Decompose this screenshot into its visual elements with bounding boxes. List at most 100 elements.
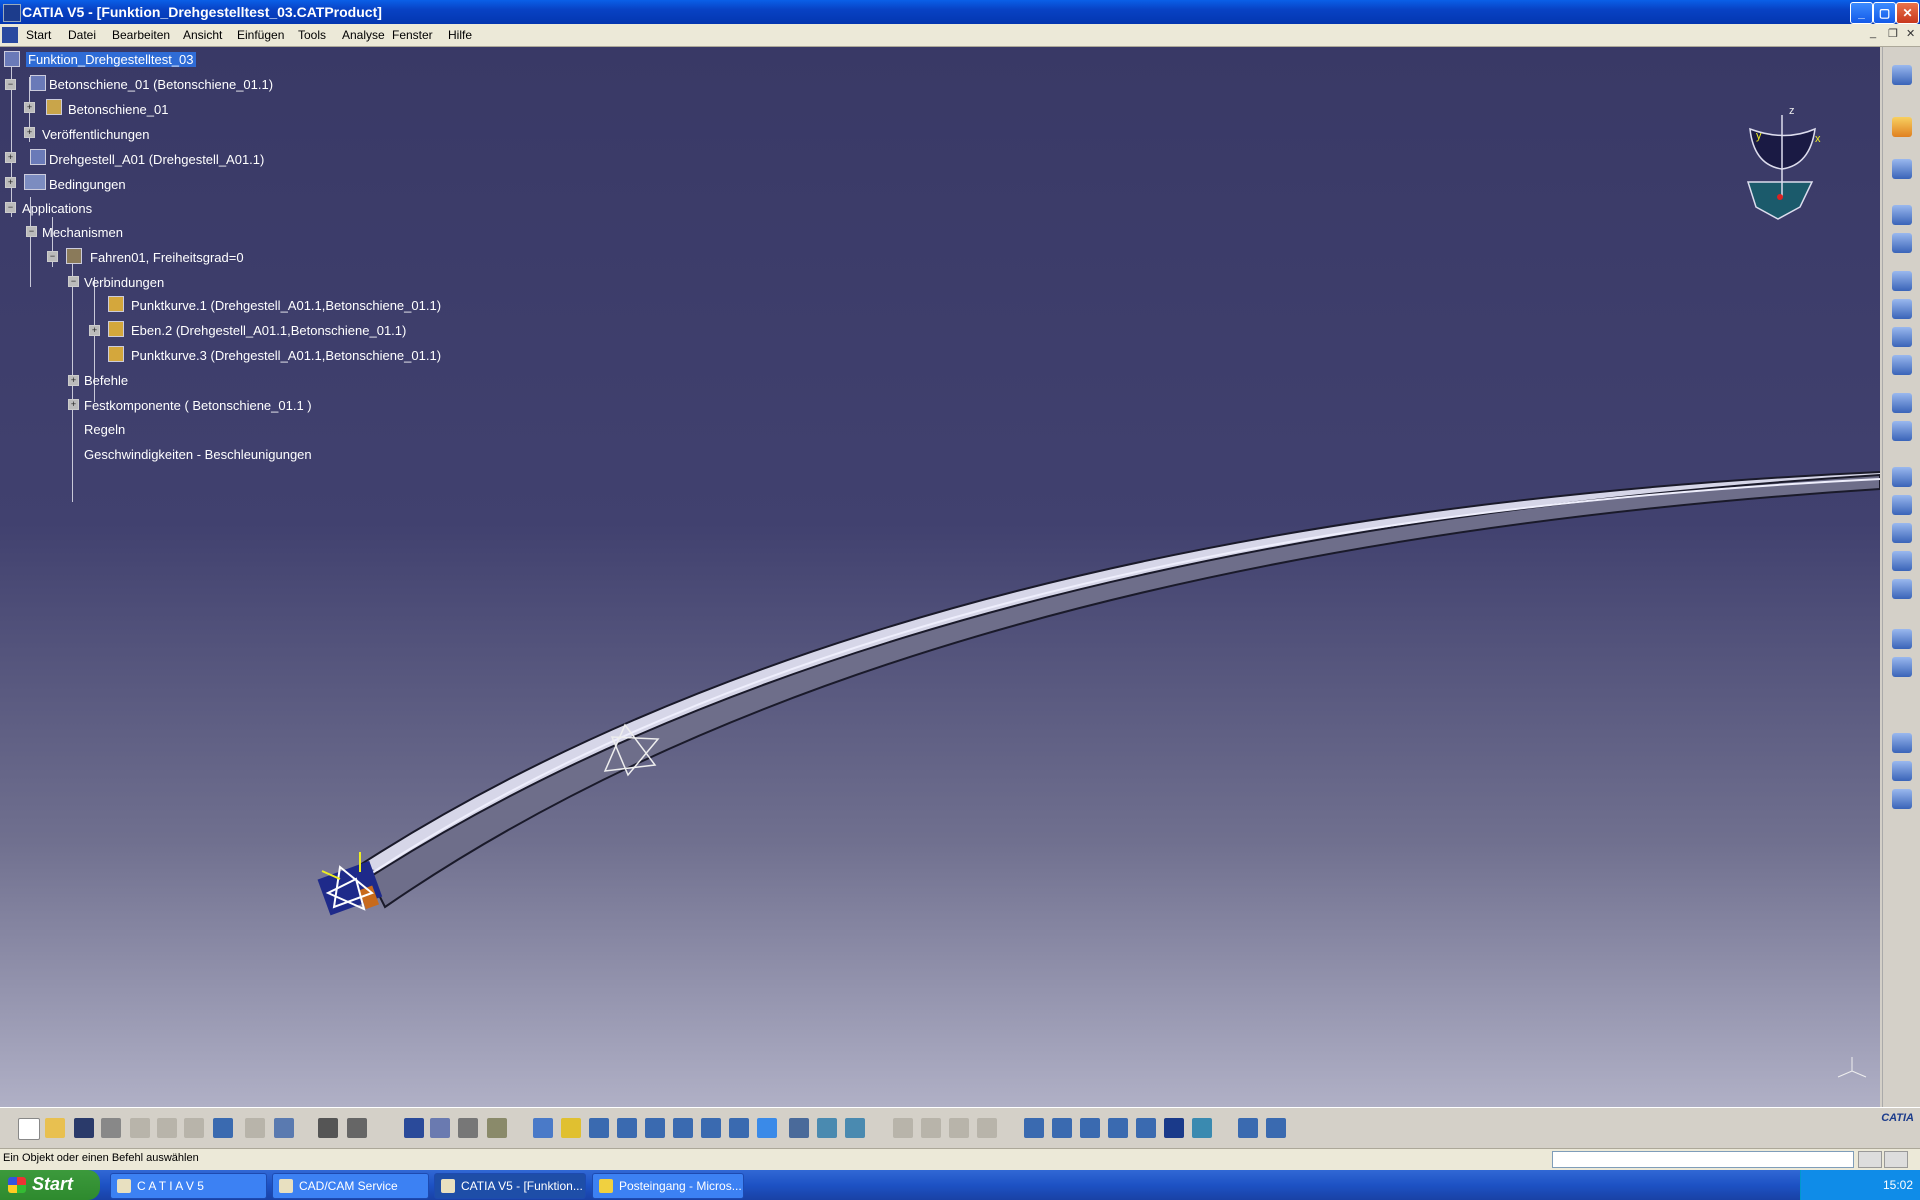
mechanism-icon[interactable] xyxy=(66,248,82,264)
expand-icon[interactable]: + xyxy=(24,127,35,138)
expand-icon[interactable]: + xyxy=(24,102,35,113)
iso-view-icon[interactable] xyxy=(757,1118,777,1138)
expand-icon[interactable]: + xyxy=(68,375,79,386)
tool-icon[interactable] xyxy=(1892,467,1912,487)
tree-node-punktkurve-3[interactable]: Punktkurve.3 (Drehgestell_A01.1,Betonsch… xyxy=(131,348,441,363)
mdi-restore-button[interactable]: ❐ xyxy=(1888,27,1898,40)
graph-icon[interactable] xyxy=(430,1118,450,1138)
workbench-icon[interactable] xyxy=(1892,65,1912,85)
product-icon[interactable] xyxy=(30,75,46,91)
command-input[interactable] xyxy=(1552,1151,1854,1168)
menu-start[interactable]: Start xyxy=(26,28,51,42)
menu-datei[interactable]: Datei xyxy=(68,28,96,42)
multi-view-icon[interactable] xyxy=(729,1118,749,1138)
zoom-in-icon[interactable] xyxy=(645,1118,665,1138)
cut-icon[interactable] xyxy=(130,1118,150,1138)
menu-einfuegen[interactable]: Einfügen xyxy=(237,28,284,42)
table-icon[interactable] xyxy=(404,1118,424,1138)
zoom-out-icon[interactable] xyxy=(673,1118,693,1138)
tool-icon[interactable] xyxy=(1892,159,1912,179)
tree-node-festkomponente[interactable]: Festkomponente ( Betonschiene_01.1 ) xyxy=(84,398,312,413)
tool-icon[interactable] xyxy=(1266,1118,1286,1138)
tool-icon[interactable] xyxy=(1164,1118,1184,1138)
tool-icon[interactable] xyxy=(1238,1118,1258,1138)
clock[interactable]: 15:02 xyxy=(1883,1178,1913,1192)
tool-icon[interactable] xyxy=(1892,421,1912,441)
help-icon[interactable] xyxy=(274,1118,294,1138)
tree-node-betonschiene-part[interactable]: Betonschiene_01 xyxy=(68,102,168,117)
step-forward-icon[interactable] xyxy=(1080,1118,1100,1138)
tool-icon[interactable] xyxy=(1892,733,1912,753)
tool-icon[interactable] xyxy=(1892,495,1912,515)
tool-icon[interactable] xyxy=(1892,327,1912,347)
menu-bearbeiten[interactable]: Bearbeiten xyxy=(112,28,170,42)
rotate-icon[interactable] xyxy=(617,1118,637,1138)
status-button[interactable] xyxy=(1884,1151,1908,1168)
3d-viewport[interactable]: z x y Funktion_Drehgestelltest_03 − Beto… xyxy=(0,47,1880,1107)
tool-icon[interactable] xyxy=(1892,629,1912,649)
tree-node-geschwindigkeiten[interactable]: Geschwindigkeiten - Beschleunigungen xyxy=(84,447,312,462)
tool-icon[interactable] xyxy=(1892,355,1912,375)
tree-node-fahren01[interactable]: Fahren01, Freiheitsgrad=0 xyxy=(90,250,244,265)
start-menu-icon[interactable] xyxy=(2,27,18,43)
new-file-icon[interactable] xyxy=(18,1118,40,1140)
tool-icon[interactable] xyxy=(1892,789,1912,809)
knowledge-icon[interactable] xyxy=(347,1118,367,1138)
collapse-icon[interactable]: − xyxy=(5,202,16,213)
save-icon[interactable] xyxy=(74,1118,94,1138)
tree-node-regeln[interactable]: Regeln xyxy=(84,422,125,437)
tree-node-applications[interactable]: Applications xyxy=(22,201,92,216)
copy-icon[interactable] xyxy=(157,1118,177,1138)
tool-icon[interactable] xyxy=(893,1118,913,1138)
tree-node-eben-2[interactable]: Eben.2 (Drehgestell_A01.1,Betonschiene_0… xyxy=(131,323,406,338)
collapse-icon[interactable]: − xyxy=(68,276,79,287)
tree-node-verbindungen[interactable]: Verbindungen xyxy=(84,275,164,290)
tool-icon[interactable] xyxy=(1136,1118,1156,1138)
taskbar-item-cadcam[interactable]: CAD/CAM Service xyxy=(272,1173,429,1199)
formula-icon[interactable] xyxy=(318,1118,338,1138)
step-back-icon[interactable] xyxy=(1052,1118,1072,1138)
catalog-icon[interactable] xyxy=(487,1118,507,1138)
tool-icon[interactable] xyxy=(1892,205,1912,225)
expand-icon[interactable]: + xyxy=(68,399,79,410)
tool-icon[interactable] xyxy=(949,1118,969,1138)
tree-node-mechanismen[interactable]: Mechanismen xyxy=(42,225,123,240)
maximize-button[interactable]: ▢ xyxy=(1873,2,1896,24)
tree-node-punktkurve-1[interactable]: Punktkurve.1 (Drehgestell_A01.1,Betonsch… xyxy=(131,298,441,313)
joint-icon[interactable] xyxy=(108,321,124,337)
close-button[interactable]: ✕ xyxy=(1896,2,1919,24)
tool-icon[interactable] xyxy=(1892,271,1912,291)
pan-icon[interactable] xyxy=(589,1118,609,1138)
product-icon[interactable] xyxy=(4,51,20,67)
hide-show-icon[interactable] xyxy=(817,1118,837,1138)
expand-icon[interactable]: + xyxy=(5,152,16,163)
product-icon[interactable] xyxy=(30,149,46,165)
mdi-minimize-button[interactable]: _ xyxy=(1870,27,1876,39)
tool-icon[interactable] xyxy=(1892,299,1912,319)
normal-view-icon[interactable] xyxy=(701,1118,721,1138)
tree-node-veroeffentlichungen[interactable]: Veröffentlichungen xyxy=(42,127,149,142)
expand-icon[interactable]: + xyxy=(89,325,100,336)
swap-space-icon[interactable] xyxy=(845,1118,865,1138)
taskbar-item-catia-window[interactable]: CATIA V5 - [Funktion... xyxy=(434,1173,586,1199)
shading-icon[interactable] xyxy=(789,1118,809,1138)
status-button[interactable] xyxy=(1858,1151,1882,1168)
joint-icon[interactable] xyxy=(108,346,124,362)
constraints-icon[interactable] xyxy=(24,174,46,190)
redo-icon[interactable] xyxy=(245,1118,265,1138)
tree-node-bedingungen[interactable]: Bedingungen xyxy=(49,177,126,192)
tool-icon[interactable] xyxy=(977,1118,997,1138)
collapse-icon[interactable]: − xyxy=(47,251,58,262)
menu-fenster[interactable]: Fenster xyxy=(392,28,433,42)
fly-mode-icon[interactable] xyxy=(533,1118,553,1138)
fit-all-icon[interactable] xyxy=(561,1118,581,1138)
start-button[interactable]: Start xyxy=(0,1170,100,1200)
tool-icon[interactable] xyxy=(1892,657,1912,677)
simulation-icon[interactable] xyxy=(1024,1118,1044,1138)
tree-node-befehle[interactable]: Befehle xyxy=(84,373,128,388)
rail-geometry[interactable]: z x y xyxy=(0,47,1880,1107)
tool-icon[interactable] xyxy=(1892,551,1912,571)
mdi-close-button[interactable]: ✕ xyxy=(1906,27,1915,40)
undo-icon[interactable] xyxy=(213,1118,233,1138)
tool-icon[interactable] xyxy=(1892,393,1912,413)
